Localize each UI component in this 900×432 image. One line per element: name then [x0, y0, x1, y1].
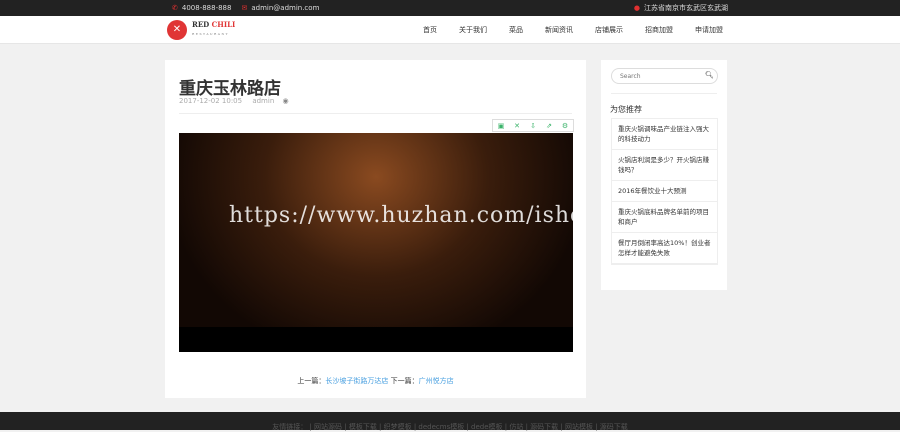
- logo-icon: ✕: [167, 19, 187, 40]
- article-image: https://www.huzhan.com/ishop5429: [179, 133, 573, 352]
- article-date: 2017-12-02 10:05: [179, 97, 243, 105]
- list-item[interactable]: 餐厅月倒闭率高达10%！创业者怎样才能避免失败: [612, 233, 717, 264]
- nav-stores[interactable]: 店铺展示: [595, 25, 623, 35]
- list-item[interactable]: 重庆火锅底料品牌名单前的项目和商户: [612, 202, 717, 233]
- eye-icon: ◉: [282, 97, 289, 105]
- nav-dishes[interactable]: 菜品: [509, 25, 523, 35]
- search-icon[interactable]: 🔍︎: [705, 71, 714, 79]
- settings-icon[interactable]: ⚙: [557, 120, 573, 131]
- next-link[interactable]: 广州悦方店: [419, 377, 454, 385]
- top-bar: ✆ 4008-888-888 ✉ admin@admin.com ● 江苏省南京市…: [0, 0, 900, 16]
- main-nav: 首页 关于我们 菜品 新闻资讯 店铺展示 招商加盟 申请加盟: [401, 25, 723, 35]
- divider: [179, 113, 572, 114]
- article-meta: 2017-12-02 10:05 admin ◉: [179, 97, 289, 105]
- shuffle-icon[interactable]: ✕: [509, 120, 525, 131]
- nav-home[interactable]: 首页: [423, 25, 437, 35]
- list-item[interactable]: 重庆火锅调味品产业链注入强大的科技动力: [612, 119, 717, 150]
- location-icon: ●: [633, 4, 640, 12]
- list-item[interactable]: 火锅店利润是多少？开火锅店赚钱吗？: [612, 150, 717, 181]
- phone-number: 4008-888-888: [181, 4, 232, 12]
- image-toolbar: ▣ ✕ ⇩ ⇗ ⚙: [492, 119, 574, 132]
- prev-link[interactable]: 长沙坡子街路万达店: [325, 377, 388, 385]
- pager: 上一篇：长沙坡子街路万达店 下一篇：广州悦方店: [297, 377, 454, 385]
- article-title: 重庆玉林路店: [179, 79, 281, 99]
- header: ✕ RED CHILI RESTAURANT 首页 关于我们 菜品 新闻资讯 店铺…: [0, 16, 900, 44]
- share-icon[interactable]: ⇗: [541, 120, 557, 131]
- footer-links[interactable]: 友情链接： | 网站源码 | 模板下载 | 织梦模板 | dedecms模板 |…: [0, 412, 900, 431]
- article-author: admin: [252, 97, 275, 105]
- logo[interactable]: ✕ RED CHILI RESTAURANT: [167, 19, 235, 40]
- mail-icon: ✉: [241, 4, 248, 12]
- download-icon[interactable]: ⇩: [525, 120, 541, 131]
- address: ● 江苏省南京市玄武区玄武湖: [633, 4, 728, 12]
- nav-franchise[interactable]: 招商加盟: [645, 25, 673, 35]
- list-item[interactable]: 2016年餐饮业十大预测: [612, 181, 717, 202]
- search-input[interactable]: [611, 68, 718, 84]
- sidebar: 🔍︎ 为您推荐 重庆火锅调味品产业链注入强大的科技动力 火锅店利润是多少？开火锅…: [601, 60, 727, 290]
- nav-apply[interactable]: 申请加盟: [695, 25, 723, 35]
- email: admin@admin.com: [251, 4, 320, 12]
- recommend-heading: 为您推荐: [610, 105, 642, 114]
- watermark: https://www.huzhan.com/ishop5429: [229, 203, 573, 228]
- phone-icon: ✆: [172, 4, 178, 12]
- bookmark-icon[interactable]: ▣: [493, 120, 509, 131]
- nav-news[interactable]: 新闻资讯: [545, 25, 573, 35]
- recommend-list: 重庆火锅调味品产业链注入强大的科技动力 火锅店利润是多少？开火锅店赚钱吗？ 20…: [611, 118, 718, 265]
- article: 重庆玉林路店 2017-12-02 10:05 admin ◉ ▣ ✕ ⇩ ⇗ …: [165, 60, 586, 398]
- nav-about[interactable]: 关于我们: [459, 25, 487, 35]
